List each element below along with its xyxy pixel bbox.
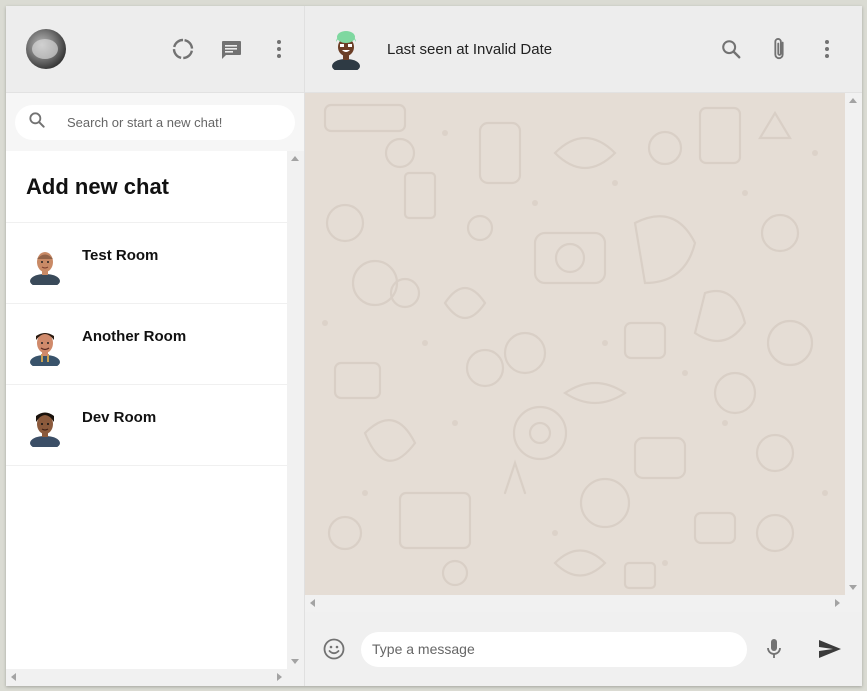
sidebar-horizontal-scrollbar[interactable] [6, 669, 304, 686]
search-icon[interactable] [718, 36, 744, 62]
search-input[interactable] [67, 114, 267, 130]
sidebar-item-another-room[interactable]: Another Room [6, 304, 288, 385]
user-avatar[interactable] [26, 29, 66, 69]
scroll-left-arrow-icon[interactable] [310, 599, 315, 607]
chat-horizontal-scrollbar[interactable] [305, 595, 862, 612]
chat-vertical-scrollbar[interactable] [845, 93, 862, 595]
more-vert-icon[interactable] [266, 36, 292, 62]
sidebar-item-dev-room[interactable]: Dev Room [6, 385, 288, 466]
scroll-down-arrow-icon[interactable] [291, 659, 299, 664]
room-name: Another Room [82, 328, 187, 345]
add-new-chat-label: Add new chat [26, 173, 170, 199]
send-icon[interactable] [817, 636, 843, 662]
scroll-right-arrow-icon[interactable] [277, 673, 282, 681]
scroll-up-arrow-icon[interactable] [849, 98, 857, 103]
search-container [6, 93, 304, 151]
sidebar-header [6, 6, 304, 93]
chat-footer [305, 612, 862, 686]
chat-background-pattern [305, 93, 844, 596]
chat-header: Last seen at Invalid Date [305, 6, 862, 93]
chat-list-content: Add new chat Test Room Another Room Dev … [6, 151, 288, 466]
app-window: Add new chat Test Room [6, 6, 862, 686]
sidebar: Add new chat Test Room [6, 6, 305, 686]
chat-avatar[interactable] [329, 28, 363, 70]
chat-messages-area [305, 93, 862, 612]
chat-info: Last seen at Invalid Date [387, 41, 718, 58]
scroll-right-arrow-icon[interactable] [835, 599, 840, 607]
last-seen-text: Last seen at Invalid Date [387, 40, 553, 58]
room-avatar [30, 412, 60, 447]
sidebar-vertical-scrollbar[interactable] [287, 151, 304, 669]
more-vert-icon[interactable] [814, 36, 840, 62]
chat-panel: Last seen at Invalid Date [305, 6, 862, 686]
message-input[interactable] [361, 631, 747, 667]
room-name: Test Room [82, 247, 159, 264]
room-avatar [30, 333, 60, 366]
sidebar-item-test-room[interactable]: Test Room [6, 223, 288, 304]
emoji-icon[interactable] [321, 636, 347, 662]
status-ring-icon[interactable] [170, 36, 196, 62]
chat-header-icons [718, 36, 840, 62]
sidebar-header-icons [170, 36, 292, 62]
search-icon [27, 110, 47, 135]
room-avatar [30, 252, 60, 285]
chat-list: Add new chat Test Room Another Room Dev … [6, 151, 304, 686]
mic-icon[interactable] [761, 636, 787, 662]
search-box [15, 104, 295, 140]
scroll-up-arrow-icon[interactable] [291, 156, 299, 161]
room-name: Dev Room [82, 409, 157, 426]
paperclip-icon[interactable] [766, 36, 792, 62]
scroll-down-arrow-icon[interactable] [849, 585, 857, 590]
chat-bubble-icon[interactable] [218, 36, 244, 62]
add-new-chat-button[interactable]: Add new chat [6, 151, 288, 223]
scroll-left-arrow-icon[interactable] [11, 673, 16, 681]
